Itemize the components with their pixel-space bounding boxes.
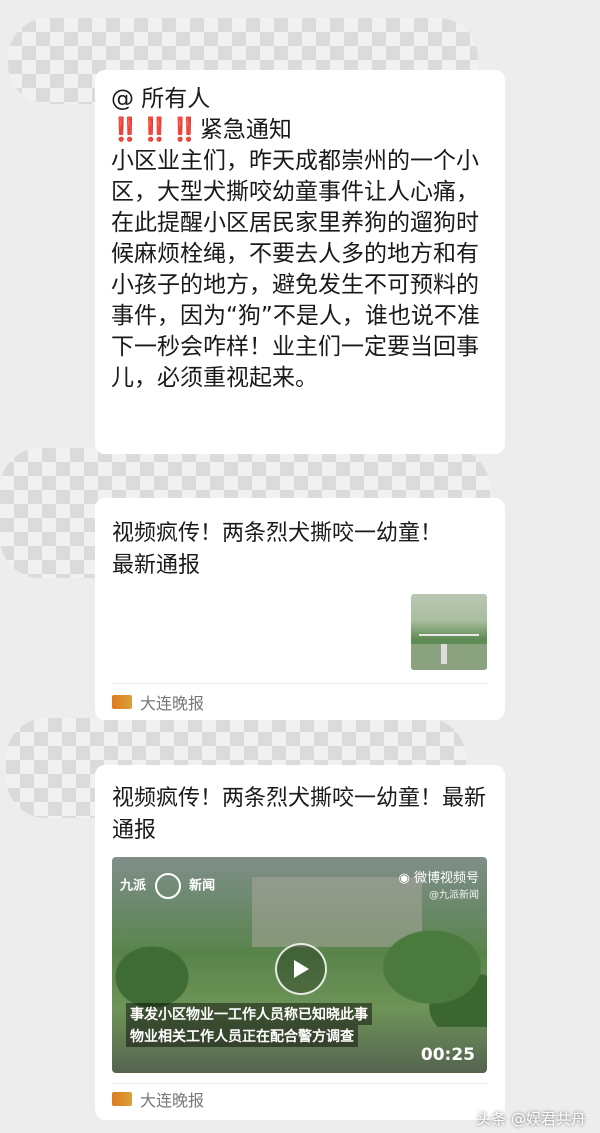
video-card-2[interactable]: 视频疯传！两条烈犬撕咬一幼童！最新通报 九派 新闻 ◉ 微博视频号 @九派新闻 … (95, 765, 505, 1120)
newspaper-logo-icon (112, 695, 132, 709)
source-name: 大连晚报 (140, 1091, 205, 1110)
card-source: 大连晚报 (112, 1087, 204, 1111)
logo-right-text: 微博视频号 (413, 871, 479, 886)
play-button[interactable] (275, 943, 327, 995)
card-source: 大连晚报 (112, 690, 204, 714)
alert-icon: ‼️‼️‼️ (111, 117, 200, 143)
message-bubble-notice[interactable]: @ 所有人 ‼️‼️‼️紧急通知 小区业主们，昨天成都崇州的一个小区，大型犬撕咬… (95, 70, 505, 454)
weibo-video-logo: ◉ 微博视频号 @九派新闻 (399, 867, 480, 901)
video-thumbnail[interactable] (411, 594, 487, 670)
video-caption-2: 物业相关工作人员正在配合警方调查 (126, 1025, 358, 1047)
jiupai-emblem-icon (154, 873, 181, 899)
mention-all: @ 所有人 (111, 86, 211, 112)
source-name: 大连晚报 (140, 694, 205, 713)
weibo-icon: ◉ (398, 871, 410, 886)
card-title: 视频疯传！两条烈犬撕咬一幼童！最新通报 (112, 786, 487, 843)
alert-heading: ‼️‼️‼️紧急通知 (111, 115, 489, 146)
card-divider (112, 683, 488, 684)
logo-right-sub: @九派新闻 (429, 890, 479, 901)
card-title: 视频疯传！两条烈犬撕咬一幼童！最新通报 (112, 521, 443, 578)
video-caption-1: 事发小区物业一工作人员称已知晓此事 (126, 1003, 372, 1025)
video-player[interactable]: 九派 新闻 ◉ 微博视频号 @九派新闻 事发小区物业一工作人员称已知晓此事 物业… (112, 857, 487, 1073)
notice-body: 小区业主们，昨天成都崇州的一个小区，大型犬撕咬幼童事件让人心痛，在此提醒小区居民… (111, 148, 480, 391)
card-divider (112, 1083, 488, 1084)
jiupai-logo: 九派 新闻 (120, 873, 215, 899)
newspaper-logo-icon (112, 1092, 132, 1106)
logo-left-sub: 新闻 (189, 878, 216, 894)
logo-left-text: 九派 (120, 878, 147, 894)
link-card-1[interactable]: 视频疯传！两条烈犬撕咬一幼童！最新通报 大连晚报 (95, 498, 505, 720)
platform-watermark: 头条 @娱君共舟 (476, 1110, 586, 1128)
alert-title: 紧急通知 (199, 117, 292, 143)
video-duration: 00:25 (420, 1045, 475, 1065)
play-icon (294, 960, 309, 978)
